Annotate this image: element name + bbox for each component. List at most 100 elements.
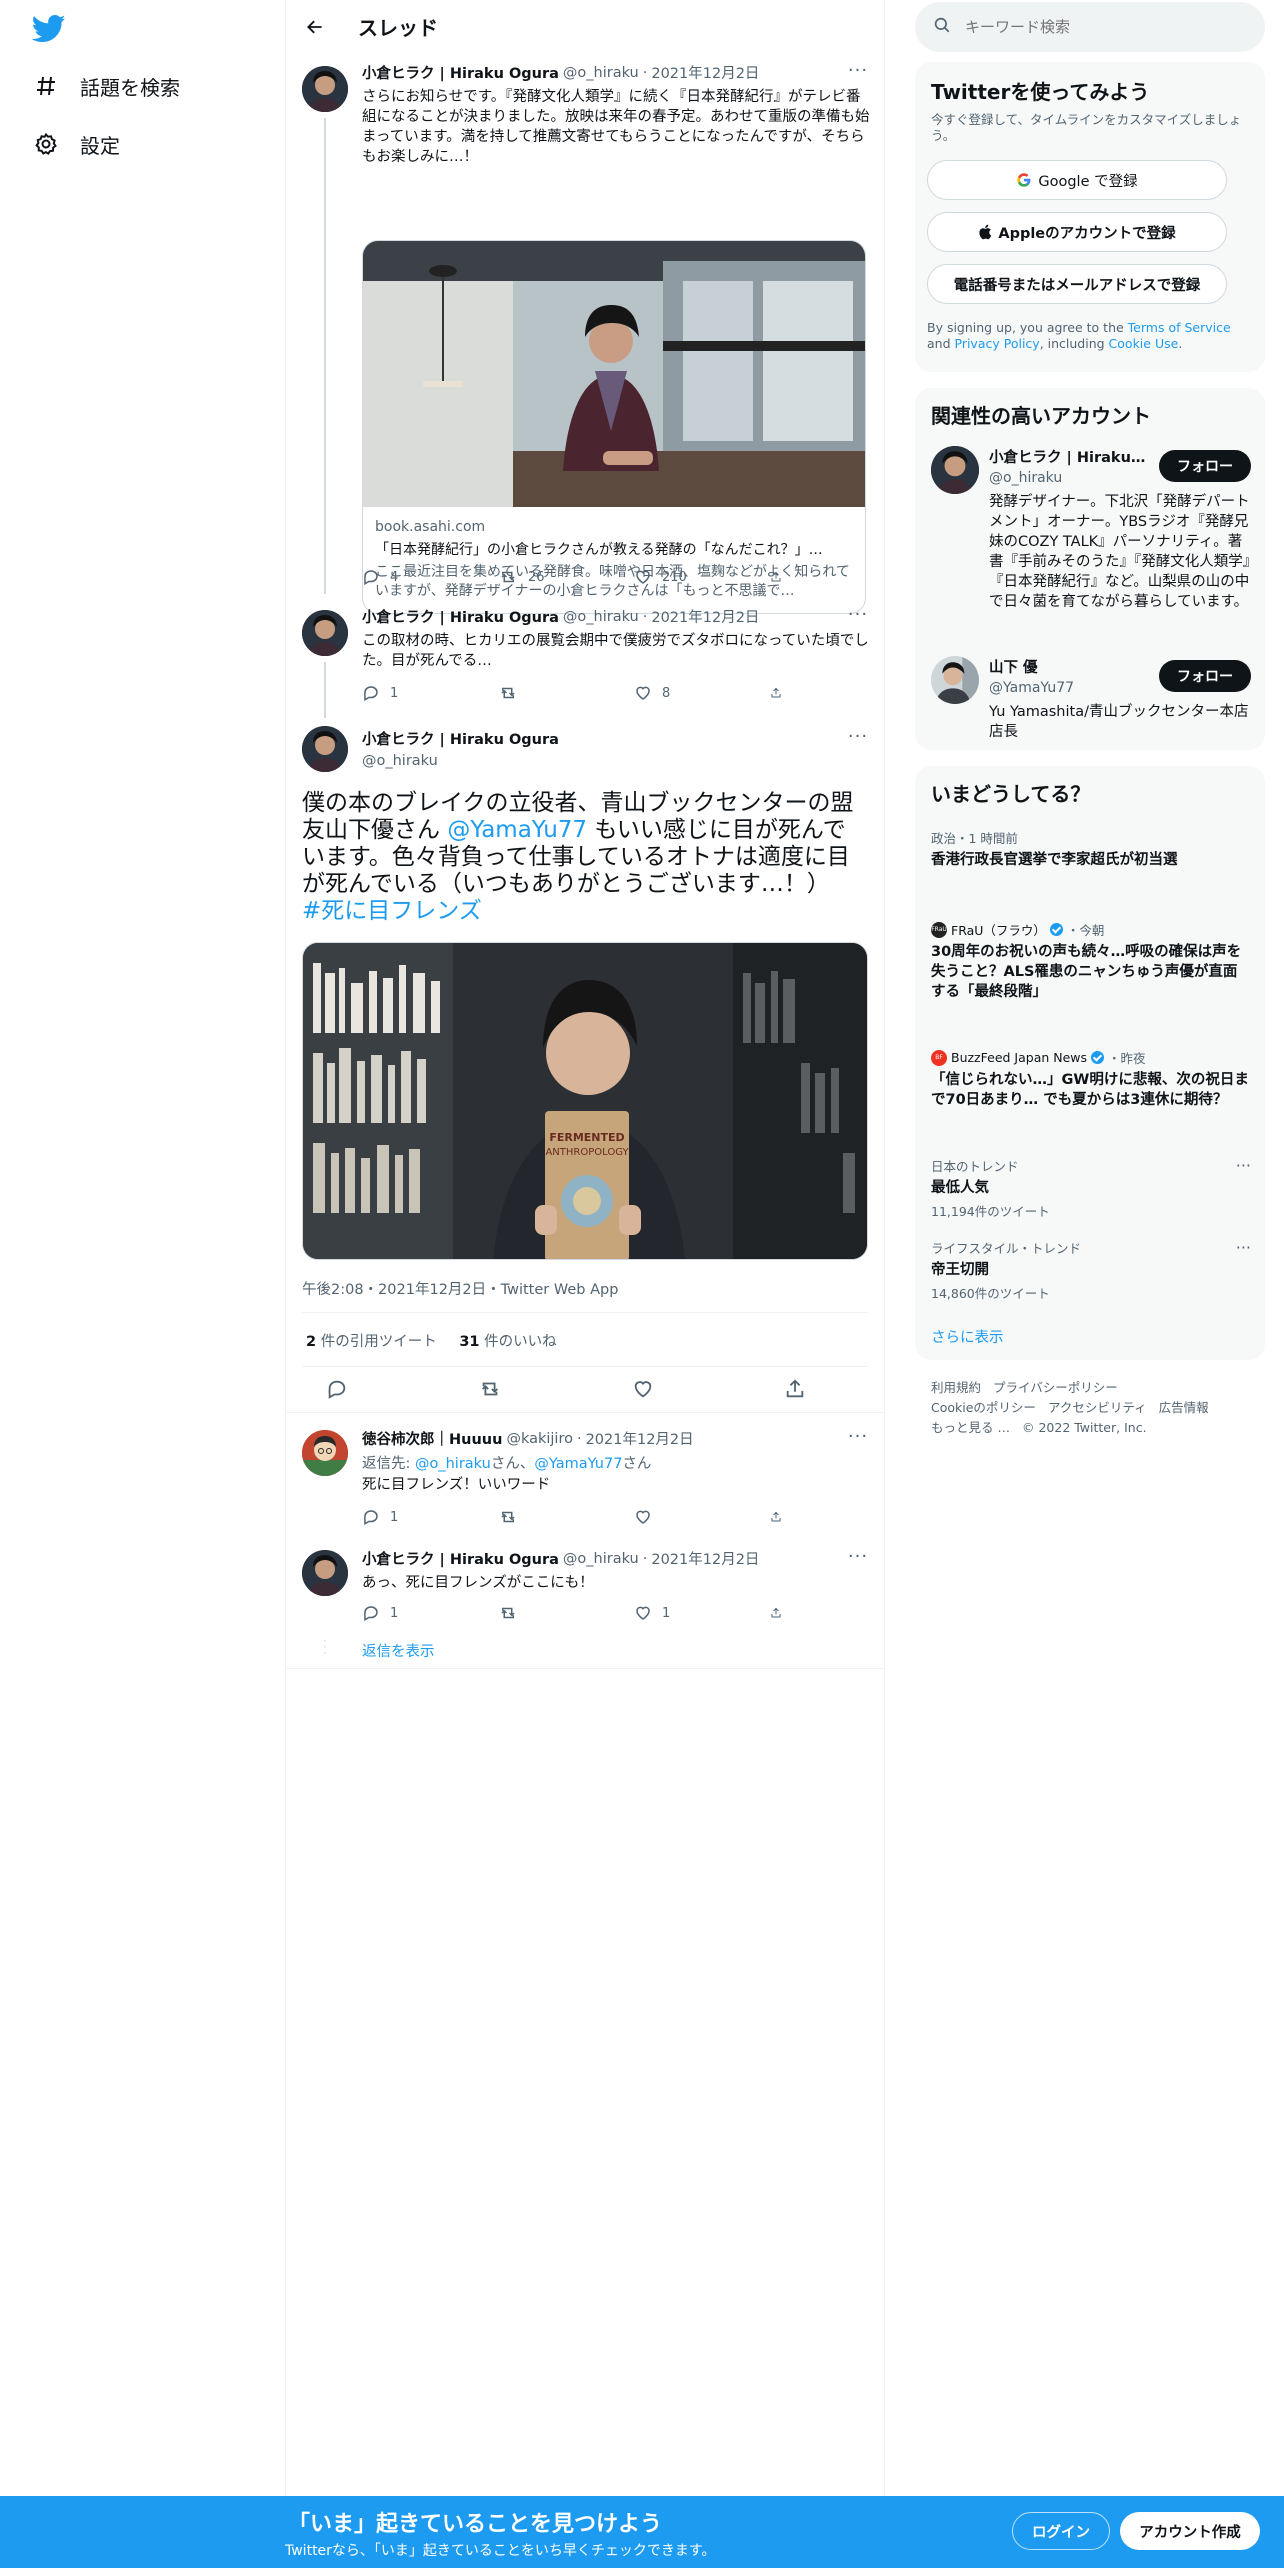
avatar[interactable] xyxy=(931,446,979,494)
more-options-icon[interactable]: ··· xyxy=(846,60,870,81)
reply-button[interactable]: 4 xyxy=(362,566,462,588)
mention-link[interactable]: @YamaYu77 xyxy=(534,1456,622,1472)
share-button[interactable] xyxy=(770,682,792,704)
hashtag-icon xyxy=(32,72,60,100)
more-options-icon[interactable]: ··· xyxy=(846,1546,870,1567)
avatar[interactable] xyxy=(302,1550,348,1596)
share-button[interactable] xyxy=(770,1506,792,1528)
tweet[interactable]: 小倉ヒラク | Hiraku Ogura @o_hiraku · 2021年12… xyxy=(286,60,884,614)
frau-logo-icon: FRaU xyxy=(931,921,947,938)
google-signup-button[interactable]: Google で登録 xyxy=(927,160,1227,200)
signup-button[interactable]: アカウント作成 xyxy=(1120,2512,1260,2550)
reply-button[interactable]: 1 xyxy=(362,1602,462,1624)
avatar[interactable] xyxy=(302,1430,348,1476)
apple-signup-button[interactable]: Appleのアカウントで登録 xyxy=(927,212,1227,252)
show-replies-link[interactable]: 返信を表示 xyxy=(362,1640,435,1661)
trend-item[interactable]: 政治・1 時間前 香港行政長官選挙で李家超氏が初当選 xyxy=(931,828,1251,870)
author-name[interactable]: 小倉ヒラク | Hiraku Ogura xyxy=(362,606,559,627)
retweet-button[interactable] xyxy=(498,1602,598,1624)
link-card[interactable]: book.asahi.com 「日本発酵紀行」の小倉ヒラクさんが教える発酵の「な… xyxy=(362,240,866,614)
trend-item[interactable]: FRaU FRaU（フラウ） ・今朝 30周年のお祝いの声も続々…呼吸の確保は声を失… xyxy=(931,920,1251,1002)
nav-explore[interactable]: 話題を検索 xyxy=(32,64,180,108)
reply-button[interactable]: 1 xyxy=(362,1506,462,1528)
retweet-icon[interactable] xyxy=(478,1378,502,1404)
quote-tweets-link[interactable]: 2 件の引用ツイート xyxy=(306,1334,437,1350)
hashtag-link[interactable]: #死に目フレンズ xyxy=(302,898,482,924)
reply-icon xyxy=(364,1606,378,1622)
tweet-header: 小倉ヒラク | Hiraku Ogura @o_hiraku · 2021年12… xyxy=(362,62,870,83)
mention-link[interactable]: @YamaYu77 xyxy=(447,817,587,843)
trend-title: 香港行政長官選挙で李家超氏が初当選 xyxy=(931,852,1178,868)
likes-link[interactable]: 31 件のいいね xyxy=(459,1334,556,1350)
share-icon xyxy=(771,1511,781,1522)
twitter-logo-icon[interactable] xyxy=(31,14,66,44)
author-handle[interactable]: @o_hiraku xyxy=(563,609,639,625)
privacy-link[interactable]: Privacy Policy xyxy=(955,336,1040,351)
reply-tweet[interactable]: 徳谷柿次郎｜Huuuu @kakijiro · 2021年12月2日 ··· 返… xyxy=(286,1426,884,1528)
trend-item[interactable]: ライフスタイル・トレンド 帝王切開 14,860件のツイート ··· xyxy=(931,1238,1251,1302)
tweet-timestamp[interactable]: 午後2:08・2021年12月2日・Twitter Web App xyxy=(302,1278,618,1299)
share-button[interactable] xyxy=(770,1602,792,1624)
mention-link[interactable]: @o_hiraku xyxy=(415,1456,491,1472)
like-button[interactable] xyxy=(634,1506,734,1528)
footer-link[interactable]: 利用規約 xyxy=(931,1380,981,1395)
nav-settings[interactable]: 設定 xyxy=(32,122,120,166)
more-options-icon[interactable]: ··· xyxy=(1236,1156,1251,1175)
reply-icon[interactable] xyxy=(326,1378,348,1404)
author-name[interactable]: 小倉ヒラク | Hiraku Ogura xyxy=(362,62,559,83)
avatar[interactable] xyxy=(302,66,348,112)
search-box[interactable] xyxy=(915,2,1265,52)
follow-button[interactable]: フォロー xyxy=(1159,450,1251,482)
retweet-button[interactable] xyxy=(498,1506,598,1528)
author-handle[interactable]: @kakijiro xyxy=(506,1431,573,1447)
footer-link[interactable]: Cookieのポリシー xyxy=(931,1400,1036,1415)
tweet-text: この取材の時、ヒカリエの展覧会期中で僕疲労でズタボロになっていた頃でした。目が死… xyxy=(362,633,869,669)
trend-item[interactable]: BF BuzzFeed Japan News ・昨夜 「信じられない…」GW明けに悲… xyxy=(931,1048,1251,1110)
author-name[interactable]: 小倉ヒラク | Hiraku Ogura xyxy=(362,728,559,749)
tweet-actions: 1 8 xyxy=(362,682,792,704)
focused-tweet: 小倉ヒラク | Hiraku Ogura @o_hiraku ··· 僕の本のブ… xyxy=(286,722,884,1412)
author-handle[interactable]: @o_hiraku xyxy=(563,65,639,81)
author-name[interactable]: 徳谷柿次郎｜Huuuu xyxy=(362,1428,502,1449)
like-button[interactable]: 8 xyxy=(634,682,734,704)
avatar[interactable] xyxy=(302,610,348,656)
author-handle[interactable]: @o_hiraku xyxy=(563,1551,639,1567)
login-button[interactable]: ログイン xyxy=(1012,2512,1110,2550)
reply-button[interactable]: 1 xyxy=(362,682,462,704)
retweet-button[interactable]: 26 xyxy=(498,566,598,588)
like-button[interactable]: 210 xyxy=(634,566,734,588)
tweet-header: 小倉ヒラク | Hiraku Ogura @o_hiraku · 2021年12… xyxy=(362,606,870,627)
back-arrow-icon[interactable] xyxy=(302,14,328,40)
trend-title: 帝王切開 xyxy=(931,1262,989,1278)
retweet-button[interactable] xyxy=(498,682,598,704)
search-input[interactable] xyxy=(965,18,1225,36)
heart-icon[interactable] xyxy=(632,1378,654,1404)
footer-link[interactable]: アクセシビリティ xyxy=(1048,1400,1147,1415)
tweet[interactable]: 小倉ヒラク | Hiraku Ogura @o_hiraku · 2021年12… xyxy=(286,604,884,718)
avatar[interactable] xyxy=(302,726,348,772)
tweet-date[interactable]: 2021年12月2日 xyxy=(586,1428,694,1449)
tweet-date[interactable]: 2021年12月2日 xyxy=(651,1548,759,1569)
author-handle[interactable]: @o_hiraku xyxy=(362,753,438,769)
follow-button[interactable]: フォロー xyxy=(1159,660,1251,692)
phone-email-signup-button[interactable]: 電話番号またはメールアドレスで登録 xyxy=(927,264,1227,304)
trend-item[interactable]: 日本のトレンド 最低人気 11,194件のツイート ··· xyxy=(931,1156,1251,1220)
more-options-icon[interactable]: ··· xyxy=(846,1426,870,1447)
more-options-icon[interactable]: ··· xyxy=(846,726,870,747)
share-icon[interactable] xyxy=(784,1378,806,1404)
tweet-photo[interactable]: FERMENTED ANTHROPOLOGY xyxy=(302,942,868,1260)
like-button[interactable]: 1 xyxy=(634,1602,734,1624)
more-options-icon[interactable]: ··· xyxy=(846,604,870,625)
terms-link[interactable]: Terms of Service xyxy=(1128,320,1231,335)
footer-link[interactable]: もっと見る … xyxy=(931,1420,1010,1435)
more-options-icon[interactable]: ··· xyxy=(1236,1238,1251,1257)
tweet-date[interactable]: 2021年12月2日 xyxy=(651,62,759,83)
footer-link[interactable]: 広告情報 xyxy=(1159,1400,1209,1415)
avatar[interactable] xyxy=(931,656,979,704)
show-more-link[interactable]: さらに表示 xyxy=(931,1326,1004,1347)
share-button[interactable] xyxy=(770,566,792,588)
cookie-link[interactable]: Cookie Use xyxy=(1109,336,1179,351)
author-name[interactable]: 小倉ヒラク | Hiraku Ogura xyxy=(362,1548,559,1569)
tweet-date[interactable]: 2021年12月2日 xyxy=(651,606,759,627)
footer-link[interactable]: プライバシーポリシー xyxy=(993,1380,1118,1395)
